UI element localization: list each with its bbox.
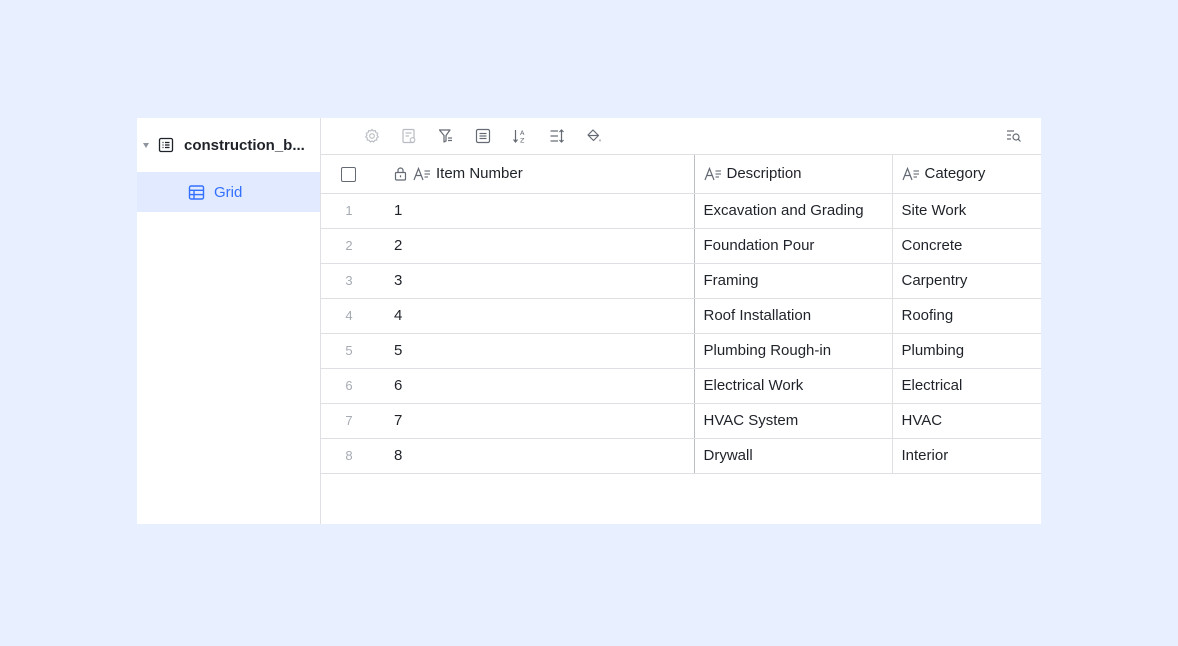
text-field-icon: [413, 166, 430, 180]
cell-item-number[interactable]: 6: [376, 368, 695, 404]
cell-item-number[interactable]: 8: [376, 438, 695, 474]
row-index: 4: [321, 298, 376, 334]
view-name: Grid: [214, 183, 243, 201]
main-panel: AZ Item Number Description Category 1 1 …: [321, 118, 1041, 524]
header-row: Item Number Description Category: [321, 155, 1041, 194]
select-all-checkbox[interactable]: [341, 166, 356, 182]
row-height-icon[interactable]: [548, 127, 566, 145]
cell-category[interactable]: HVAC: [892, 403, 1041, 439]
select-all-cell[interactable]: [321, 155, 376, 194]
settings-icon[interactable]: [363, 127, 381, 145]
cell-category[interactable]: Concrete: [892, 228, 1041, 264]
sidebar-table-item[interactable]: construction_b...: [137, 118, 320, 172]
cell-category[interactable]: Electrical: [892, 368, 1041, 404]
table-row[interactable]: 8 8 Drywall Interior: [321, 438, 1041, 474]
table-name: construction_b...: [184, 136, 305, 154]
cell-category[interactable]: Interior: [892, 438, 1041, 474]
row-index: 8: [321, 438, 376, 474]
cell-item-number[interactable]: 5: [376, 333, 695, 369]
cell-description[interactable]: Framing: [694, 263, 893, 299]
cell-description[interactable]: Plumbing Rough-in: [694, 333, 893, 369]
table-icon: [158, 137, 174, 153]
toolbar: AZ: [321, 118, 1041, 155]
text-field-icon: [703, 166, 721, 180]
search-icon[interactable]: [1005, 127, 1023, 145]
table-row[interactable]: 5 5 Plumbing Rough-in Plumbing: [321, 333, 1041, 369]
app-window: construction_b... Grid A Z Item Number D…: [137, 118, 1041, 524]
svg-text:Z: Z: [520, 137, 525, 145]
table-row[interactable]: 7 7 HVAC System HVAC: [321, 403, 1041, 439]
row-index: 3: [321, 263, 376, 299]
caret-down-icon[interactable]: [143, 142, 149, 148]
cell-description[interactable]: Electrical Work: [694, 368, 893, 404]
form-icon[interactable]: [400, 127, 418, 145]
cell-category[interactable]: Site Work: [892, 193, 1041, 229]
table-row[interactable]: 3 3 Framing Carpentry: [321, 263, 1041, 299]
cell-item-number[interactable]: 7: [376, 403, 695, 439]
row-index: 5: [321, 333, 376, 369]
cell-item-number[interactable]: 3: [376, 263, 695, 299]
grid-view-icon: [188, 184, 205, 200]
cell-description[interactable]: Drywall: [694, 438, 893, 474]
cell-description[interactable]: Excavation and Grading: [694, 193, 893, 229]
sort-icon[interactable]: AZ: [511, 127, 529, 145]
cell-description[interactable]: Roof Installation: [694, 298, 893, 334]
sidebar: construction_b... Grid: [137, 118, 321, 524]
sidebar-view-grid[interactable]: Grid: [137, 172, 320, 212]
row-index: 2: [321, 228, 376, 264]
cell-category[interactable]: Plumbing: [892, 333, 1041, 369]
column-header-item-number[interactable]: Item Number: [376, 155, 695, 194]
table-row[interactable]: 1 1 Excavation and Grading Site Work: [321, 193, 1041, 229]
column-label: Description: [726, 165, 802, 183]
filter-icon[interactable]: [437, 127, 455, 145]
lock-icon: [394, 167, 407, 181]
column-label: Category: [924, 165, 986, 183]
row-index: 6: [321, 368, 376, 404]
cell-description[interactable]: HVAC System: [694, 403, 893, 439]
cell-item-number[interactable]: 1: [376, 193, 695, 229]
table-row[interactable]: 4 4 Roof Installation Roofing: [321, 298, 1041, 334]
column-header-category[interactable]: Category: [892, 155, 1041, 194]
column-header-description[interactable]: Description: [694, 155, 893, 194]
text-field-icon: [901, 166, 919, 180]
table-row[interactable]: 6 6 Electrical Work Electrical: [321, 368, 1041, 404]
cell-item-number[interactable]: 2: [376, 228, 695, 264]
cell-category[interactable]: Roofing: [892, 298, 1041, 334]
row-index: 1: [321, 193, 376, 229]
cell-description[interactable]: Foundation Pour: [694, 228, 893, 264]
fill-color-icon[interactable]: [585, 127, 603, 145]
cell-item-number[interactable]: 4: [376, 298, 695, 334]
column-label: Item Number: [436, 165, 523, 183]
data-grid: Item Number Description Category 1 1 Exc…: [321, 155, 1041, 474]
cell-category[interactable]: Carpentry: [892, 263, 1041, 299]
table-row[interactable]: 2 2 Foundation Pour Concrete: [321, 228, 1041, 264]
group-icon[interactable]: [474, 127, 492, 145]
row-index: 7: [321, 403, 376, 439]
